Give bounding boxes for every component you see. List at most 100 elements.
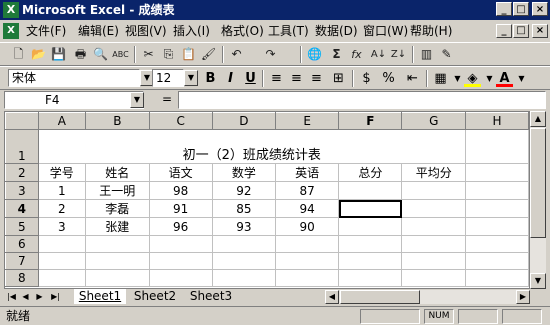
data-cell[interactable]: 96 [148, 217, 213, 236]
cell[interactable] [464, 269, 529, 287]
align-center-icon[interactable]: ≡ [288, 70, 305, 87]
data-cell[interactable]: 87 [275, 181, 340, 200]
last-sheet-icon[interactable]: ▶| [50, 289, 61, 304]
column-header[interactable]: H [464, 112, 529, 130]
print-icon[interactable]: 🖶 [72, 46, 89, 63]
maximize-button[interactable]: □ [513, 2, 529, 16]
data-cell[interactable]: 93 [211, 217, 277, 236]
hyperlink-icon[interactable]: 🌐 [306, 46, 323, 63]
font-color-icon[interactable]: A [496, 70, 513, 87]
close-button[interactable]: × [532, 2, 548, 16]
cell[interactable] [464, 181, 529, 200]
chart-wizard-icon[interactable]: ▥ [418, 46, 435, 63]
cell[interactable] [85, 235, 150, 253]
align-left-icon[interactable]: ≡ [268, 70, 285, 87]
header-cell[interactable]: 学号 [37, 163, 87, 182]
sheet-title-cell[interactable]: 初一（2）班成绩统计表 [37, 129, 466, 164]
vertical-scroll-thumb[interactable] [530, 128, 546, 238]
workbook-minimize-button[interactable]: _ [496, 24, 512, 38]
row-header[interactable]: 3 [5, 181, 39, 200]
font-name-field[interactable]: 宋体 [8, 69, 140, 87]
header-cell[interactable]: 平均分 [401, 163, 466, 182]
function-icon[interactable]: fx [348, 46, 365, 63]
menu-view[interactable]: 视图(V) [125, 23, 167, 39]
cell[interactable] [148, 269, 213, 287]
undo-icon[interactable]: ↶ [228, 46, 245, 63]
new-icon[interactable]: 🗋 [10, 46, 27, 63]
data-cell[interactable]: 90 [275, 217, 340, 236]
column-header[interactable]: C [148, 112, 213, 130]
cell[interactable] [148, 252, 213, 270]
fill-color-icon[interactable]: ◈ [464, 70, 481, 87]
scroll-up-icon[interactable]: ▲ [530, 111, 546, 127]
workbook-close-button[interactable]: × [532, 24, 548, 38]
row-header[interactable]: 1 [5, 129, 39, 164]
row-header[interactable]: 5 [5, 217, 39, 236]
bold-button[interactable]: B [202, 70, 219, 87]
cell[interactable] [338, 235, 403, 253]
cell[interactable] [338, 252, 403, 270]
row-header[interactable]: 4 [5, 199, 39, 218]
spelling-icon[interactable]: ABC [112, 46, 129, 63]
prev-sheet-icon[interactable]: ◀ [20, 289, 31, 304]
column-header[interactable]: A [37, 112, 87, 130]
cell[interactable] [464, 163, 529, 182]
column-header[interactable]: F [338, 112, 403, 130]
cell[interactable] [464, 217, 529, 236]
menu-format[interactable]: 格式(O) [221, 23, 264, 39]
data-cell[interactable]: 2 [37, 199, 87, 218]
data-cell[interactable]: 张建 [85, 217, 150, 236]
excel-app-icon[interactable]: X [3, 2, 19, 18]
cell[interactable] [464, 199, 529, 218]
formula-equals-button[interactable]: = [162, 92, 172, 106]
cell[interactable] [338, 217, 403, 236]
menu-window[interactable]: 窗口(W) [363, 23, 408, 39]
name-box-dropdown-icon[interactable]: ▼ [130, 92, 144, 108]
paste-icon[interactable]: 📋 [180, 46, 197, 63]
cell[interactable] [464, 129, 529, 164]
menu-help[interactable]: 帮助(H) [410, 23, 452, 39]
indent-icon[interactable]: ⇤ [404, 70, 421, 87]
data-cell[interactable]: 98 [148, 181, 213, 200]
cell[interactable] [401, 199, 466, 218]
workbook-icon[interactable]: X [3, 23, 19, 39]
menu-file[interactable]: 文件(F) [26, 23, 66, 39]
cell[interactable] [401, 235, 466, 253]
sheet-tab-sheet1[interactable]: Sheet1 [74, 289, 126, 304]
data-cell[interactable]: 1 [37, 181, 87, 200]
data-cell[interactable]: 李磊 [85, 199, 150, 218]
cell[interactable] [37, 235, 87, 253]
scroll-right-icon[interactable]: ▶ [516, 290, 530, 304]
horizontal-scrollbar[interactable]: ◀ ▶ [325, 290, 530, 304]
data-cell[interactable]: 92 [211, 181, 277, 200]
sheet-tab-sheet2[interactable]: Sheet2 [128, 289, 182, 304]
data-cell[interactable]: 94 [275, 199, 340, 218]
select-all-corner[interactable] [5, 112, 39, 130]
next-sheet-icon[interactable]: ▶ [34, 289, 45, 304]
font-color-dropdown-icon[interactable]: ▼ [513, 70, 530, 87]
cell[interactable] [275, 269, 340, 287]
column-header[interactable]: D [211, 112, 277, 130]
selected-cell-f4[interactable] [338, 199, 403, 218]
header-cell[interactable]: 语文 [148, 163, 213, 182]
cell[interactable] [211, 235, 277, 253]
formula-input[interactable] [178, 91, 546, 109]
font-size-field[interactable]: 12 [152, 69, 184, 87]
cell[interactable] [85, 269, 150, 287]
underline-button[interactable]: U [242, 70, 259, 87]
align-right-icon[interactable]: ≡ [308, 70, 325, 87]
cell[interactable] [85, 252, 150, 270]
menu-data[interactable]: 数据(D) [315, 23, 358, 39]
drawing-icon[interactable]: ✎ [438, 46, 455, 63]
row-header[interactable]: 8 [5, 269, 39, 287]
menu-tools[interactable]: 工具(T) [268, 23, 309, 39]
cell[interactable] [338, 181, 403, 200]
row-header[interactable]: 6 [5, 235, 39, 253]
percent-icon[interactable]: % [380, 70, 397, 87]
header-cell[interactable]: 总分 [338, 163, 403, 182]
data-cell[interactable]: 85 [211, 199, 277, 218]
currency-icon[interactable]: $ [358, 70, 375, 87]
row-header[interactable]: 7 [5, 252, 39, 270]
menu-insert[interactable]: 插入(I) [173, 23, 210, 39]
scroll-left-icon[interactable]: ◀ [325, 290, 339, 304]
